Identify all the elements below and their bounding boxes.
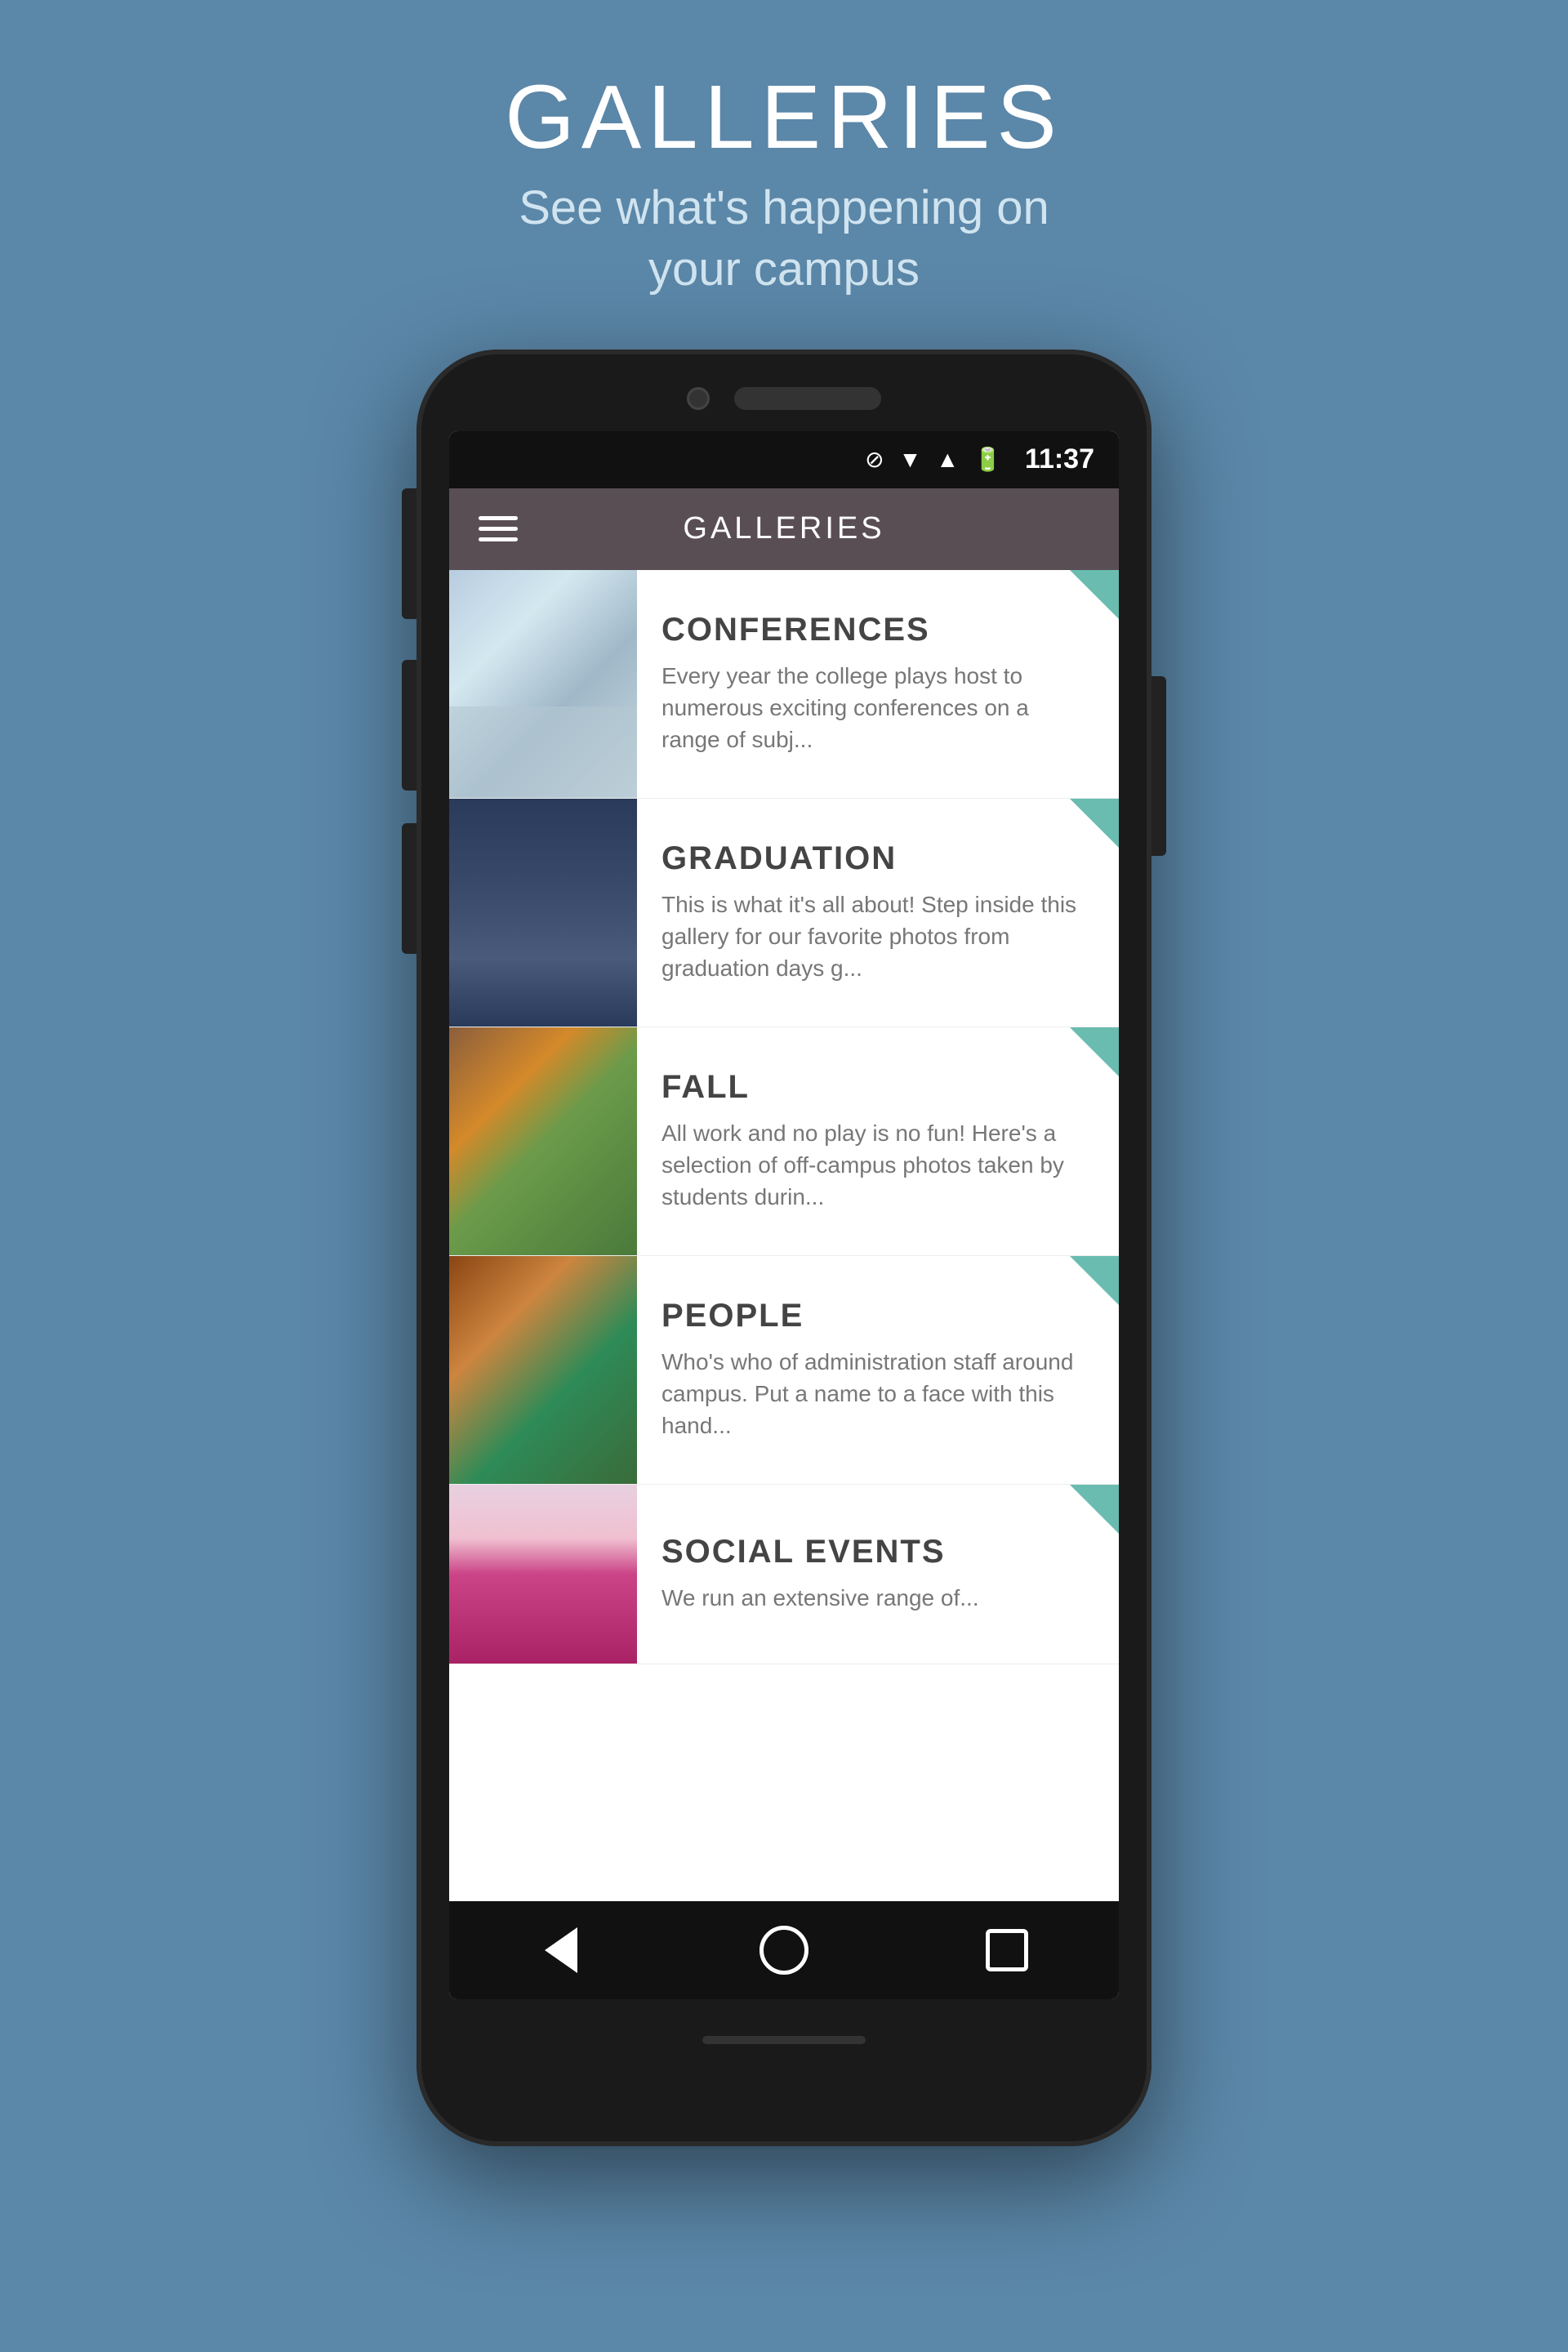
graduation-title: GRADUATION — [662, 840, 1086, 877]
social-title: SOCIAL EVENTS — [662, 1534, 1086, 1570]
conferences-title: CONFERENCES — [662, 612, 1086, 648]
fall-bookmark — [1070, 1027, 1119, 1076]
phone-bottom-area — [416, 1999, 1152, 2081]
gallery-list: CONFERENCES Every year the college plays… — [449, 570, 1119, 1901]
graduation-desc: This is what it's all about! Step inside… — [662, 889, 1086, 985]
page-title: GALLERIES — [505, 65, 1062, 169]
screen: ⊘ ▼ ▲ 🔋 11:37 GALLERIES CONFERENC — [449, 431, 1119, 1999]
app-bar-title: GALLERIES — [550, 511, 1018, 546]
list-item[interactable]: CONFERENCES Every year the college plays… — [449, 570, 1119, 799]
list-item[interactable]: FALL All work and no play is no fun! Her… — [449, 1027, 1119, 1256]
fall-image — [449, 1027, 637, 1255]
hamburger-menu[interactable] — [479, 516, 518, 541]
graduation-image — [449, 799, 637, 1027]
nav-back-button[interactable] — [532, 1922, 590, 1979]
social-content: SOCIAL EVENTS We run an extensive range … — [637, 1485, 1119, 1664]
phone-top-area — [416, 350, 1152, 431]
graduation-content: GRADUATION This is what it's all about! … — [637, 799, 1119, 1027]
conferences-desc: Every year the college plays host to num… — [662, 660, 1086, 756]
graduation-bookmark — [1070, 799, 1119, 848]
wifi-icon: ▼ — [899, 447, 922, 473]
fall-title: FALL — [662, 1069, 1086, 1106]
no-sim-icon: ⊘ — [865, 446, 884, 473]
conferences-content: CONFERENCES Every year the college plays… — [637, 570, 1119, 798]
fall-desc: All work and no play is no fun! Here's a… — [662, 1117, 1086, 1214]
people-image — [449, 1256, 637, 1484]
signal-icon: ▲ — [936, 447, 959, 473]
people-desc: Who's who of administration staff around… — [662, 1346, 1086, 1442]
bottom-nav — [449, 1901, 1119, 1999]
nav-recent-button[interactable] — [978, 1922, 1036, 1979]
conferences-bookmark — [1070, 570, 1119, 619]
social-desc: We run an extensive range of... — [662, 1582, 1086, 1614]
home-icon — [760, 1926, 808, 1975]
back-icon — [545, 1927, 577, 1973]
page-subtitle: See what's happening onyour campus — [505, 177, 1062, 301]
hamburger-line-3 — [479, 537, 518, 541]
fall-content: FALL All work and no play is no fun! Her… — [637, 1027, 1119, 1255]
phone-speaker — [734, 387, 881, 410]
page-header: GALLERIES See what's happening onyour ca… — [505, 65, 1062, 301]
list-item[interactable]: PEOPLE Who's who of administration staff… — [449, 1256, 1119, 1485]
social-image — [449, 1485, 637, 1664]
hamburger-line-1 — [479, 516, 518, 520]
people-title: PEOPLE — [662, 1298, 1086, 1334]
app-bar: GALLERIES — [449, 488, 1119, 570]
nav-home-button[interactable] — [755, 1922, 813, 1979]
list-item[interactable]: SOCIAL EVENTS We run an extensive range … — [449, 1485, 1119, 1664]
phone-shell: ⊘ ▼ ▲ 🔋 11:37 GALLERIES CONFERENC — [416, 350, 1152, 2146]
people-content: PEOPLE Who's who of administration staff… — [637, 1256, 1119, 1484]
status-time: 11:37 — [1025, 443, 1094, 475]
hamburger-line-2 — [479, 527, 518, 531]
recent-icon — [986, 1929, 1028, 1971]
list-item[interactable]: GRADUATION This is what it's all about! … — [449, 799, 1119, 1027]
phone-bottom-bar — [702, 2036, 866, 2044]
phone-camera — [687, 387, 710, 410]
people-bookmark — [1070, 1256, 1119, 1305]
conferences-image — [449, 570, 637, 798]
social-bookmark — [1070, 1485, 1119, 1534]
status-bar: ⊘ ▼ ▲ 🔋 11:37 — [449, 431, 1119, 488]
battery-icon: 🔋 — [973, 446, 1002, 473]
